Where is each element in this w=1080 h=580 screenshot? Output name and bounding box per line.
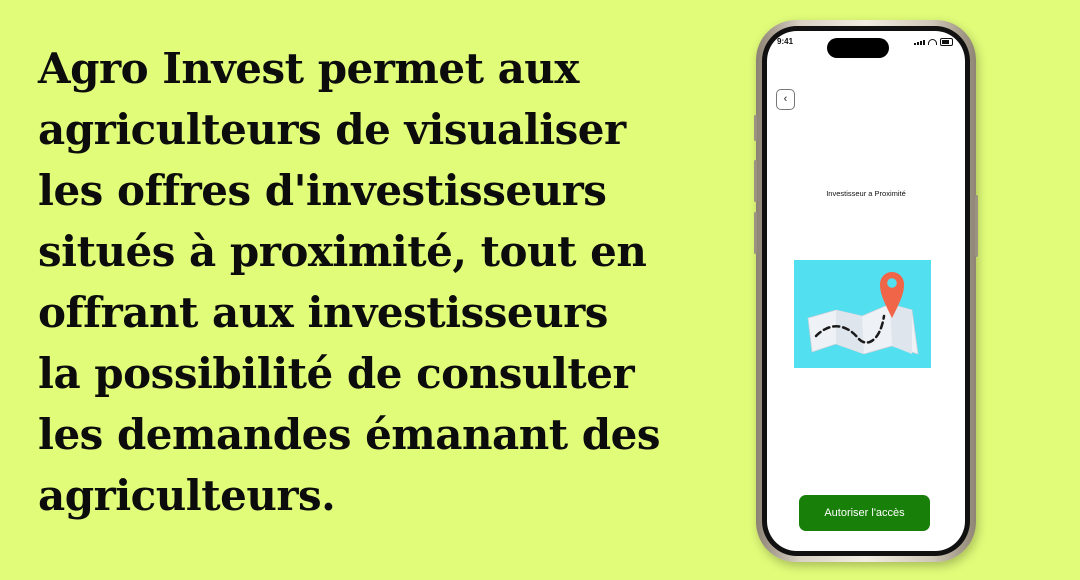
phone-mockup: 9:41 ‹ Investisseur a Proximité Autorise… xyxy=(754,20,978,562)
map-pin-icon xyxy=(794,260,931,368)
screen-title: Investisseur a Proximité xyxy=(826,189,906,198)
headline-line: les demandes émanant des xyxy=(38,410,661,459)
headline-line: agriculteurs. xyxy=(38,471,336,520)
phone-screen: 9:41 ‹ Investisseur a Proximité Autorise… xyxy=(767,31,965,551)
status-icons xyxy=(914,38,953,46)
headline-line: la possibilité de consulter xyxy=(38,349,635,398)
headline: Agro Invest permet aux agriculteurs de v… xyxy=(38,38,758,526)
phone-side-button xyxy=(754,115,757,141)
map-pin-hole xyxy=(887,278,897,288)
headline-line: les offres d'investisseurs xyxy=(38,166,607,215)
phone-volume-down-button xyxy=(754,212,757,254)
phone-power-button xyxy=(975,195,978,257)
phone-bezel: 9:41 ‹ Investisseur a Proximité Autorise… xyxy=(762,26,970,556)
headline-line: Agro Invest permet aux xyxy=(38,44,579,93)
battery-icon xyxy=(940,38,953,46)
headline-line: offrant aux investisseurs xyxy=(38,288,608,337)
back-button[interactable]: ‹ xyxy=(776,89,795,110)
dynamic-island xyxy=(827,38,889,58)
headline-line: situés à proximité, tout en xyxy=(38,227,647,276)
status-time: 9:41 xyxy=(777,37,794,46)
allow-access-button[interactable]: Autoriser l'accès xyxy=(799,495,930,531)
phone-volume-up-button xyxy=(754,160,757,202)
signal-icon xyxy=(914,39,925,45)
headline-line: agriculteurs de visualiser xyxy=(38,105,626,154)
wifi-icon xyxy=(928,39,937,45)
chevron-left-icon: ‹ xyxy=(783,93,788,105)
